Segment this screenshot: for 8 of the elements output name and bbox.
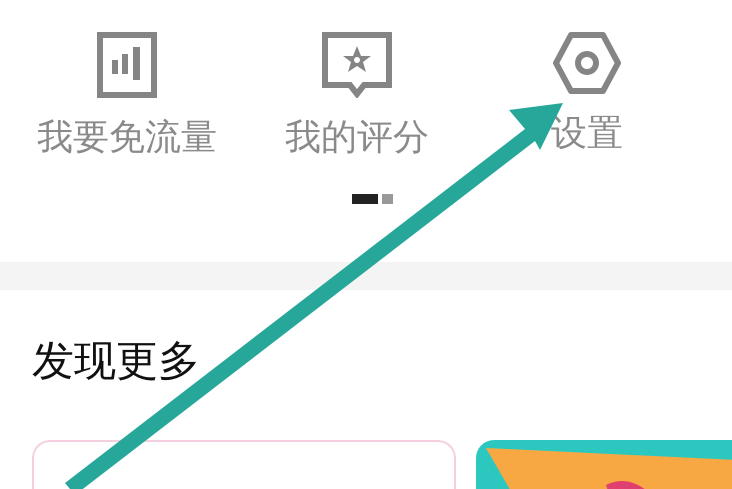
bar-chart-icon: [97, 32, 157, 98]
menu-item[interactable]: 我要免流量: [12, 32, 242, 156]
settings-icon: [553, 32, 621, 94]
star-speech-bubble-icon: [322, 32, 392, 98]
menu-item[interactable]: 设置: [472, 32, 702, 156]
menu-item[interactable]: 我的评分: [242, 32, 472, 156]
topic-card[interactable]: [32, 440, 456, 489]
section-title: 发现更多: [32, 340, 200, 382]
